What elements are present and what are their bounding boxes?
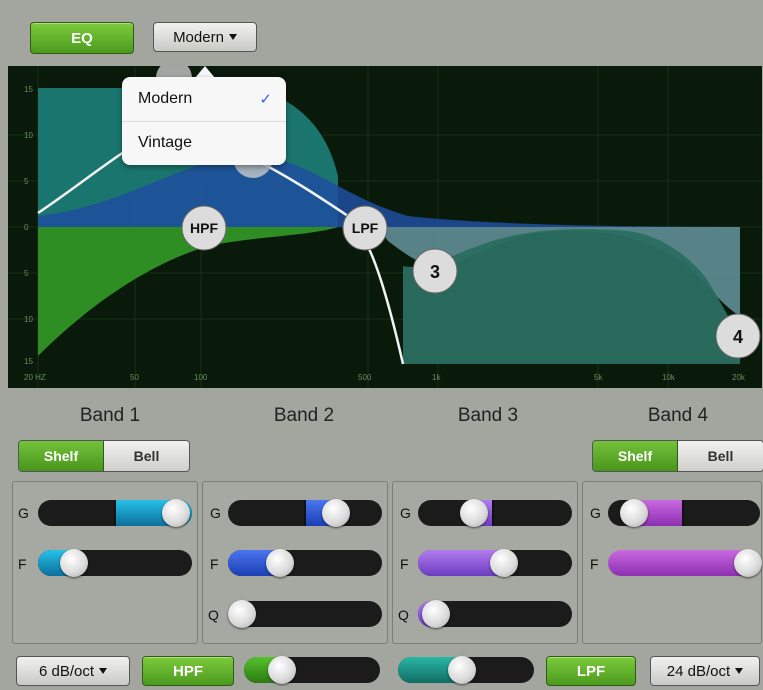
hpf-freq-slider[interactable] [244, 657, 380, 683]
x-axis-labels: 20 HZ 50 100 500 1k 5k 10k 20k [24, 373, 746, 382]
eq-mode-dropdown[interactable]: Modern [153, 22, 257, 52]
slider-knob[interactable] [734, 549, 762, 577]
eq-button[interactable]: EQ [30, 22, 134, 54]
eq-mode-menu: Modern ✓ Vintage [122, 77, 286, 165]
slider-knob[interactable] [60, 549, 88, 577]
lpf-toggle-button[interactable]: LPF [546, 656, 636, 686]
x-label: 1k [432, 373, 441, 382]
chevron-down-icon [735, 668, 744, 674]
band2-gain-slider[interactable] [228, 500, 382, 526]
shelf-option[interactable]: Shelf [593, 441, 678, 471]
bell-option[interactable]: Bell [678, 441, 763, 471]
band3-node-label: 3 [430, 262, 440, 282]
gain-label: G [18, 505, 29, 521]
x-label: 10k [662, 373, 676, 382]
band4-node-label: 4 [733, 327, 743, 347]
menu-item-label: Vintage [138, 134, 192, 151]
eq-button-label: EQ [71, 29, 93, 47]
hpf-node-label: HPF [190, 220, 218, 236]
y-label: 5 [24, 177, 29, 186]
y-label: 15 [24, 85, 33, 94]
menu-item-vintage[interactable]: Vintage [122, 121, 286, 165]
slider-knob[interactable] [228, 600, 256, 628]
lpf-node-label: LPF [352, 220, 379, 236]
hpf-button-label: HPF [173, 662, 203, 680]
slider-knob[interactable] [460, 499, 488, 527]
eq-mode-label: Modern [173, 28, 224, 46]
chevron-down-icon [99, 668, 108, 674]
band3-gain-slider[interactable] [418, 500, 572, 526]
gain-label: G [210, 505, 221, 521]
freq-label: F [18, 556, 27, 572]
band2-freq-slider[interactable] [228, 550, 382, 576]
hpf-fill [38, 227, 338, 356]
x-label: 100 [194, 373, 208, 382]
slider-knob[interactable] [422, 600, 450, 628]
x-label: 20 HZ [24, 373, 46, 382]
freq-label: F [400, 556, 409, 572]
slider-knob[interactable] [162, 499, 190, 527]
bell-option[interactable]: Bell [104, 441, 189, 471]
band4-type-toggle[interactable]: Shelf Bell [592, 440, 763, 472]
lpf-slope-label: 24 dB/oct [666, 662, 731, 680]
menu-item-modern[interactable]: Modern ✓ [122, 77, 286, 122]
hpf-slope-dropdown[interactable]: 6 dB/oct [16, 656, 130, 686]
x-label: 500 [358, 373, 372, 382]
menu-item-label: Modern [138, 90, 193, 107]
checkmark-icon: ✓ [259, 91, 272, 108]
hpf-toggle-button[interactable]: HPF [142, 656, 234, 686]
freq-label: F [590, 556, 599, 572]
lpf-button-label: LPF [576, 662, 606, 680]
gain-label: G [400, 505, 411, 521]
slider-knob[interactable] [490, 549, 518, 577]
slider-knob[interactable] [448, 656, 476, 684]
y-label: 10 [24, 131, 33, 140]
band3-title: Band 3 [457, 405, 519, 426]
slider-knob[interactable] [266, 549, 294, 577]
shelf-option[interactable]: Shelf [19, 441, 104, 471]
y-label: 0 [24, 223, 29, 232]
slider-knob[interactable] [322, 499, 350, 527]
q-label: Q [398, 607, 409, 623]
band4-node[interactable]: 4 [715, 313, 761, 359]
hpf-node[interactable]: HPF [181, 205, 227, 251]
band1-type-toggle[interactable]: Shelf Bell [18, 440, 190, 472]
y-label: 15 [24, 357, 33, 366]
hpf-slope-label: 6 dB/oct [38, 662, 95, 680]
slider-knob[interactable] [620, 499, 648, 527]
y-label: 5 [24, 269, 29, 278]
q-label: Q [208, 607, 219, 623]
gain-label: G [590, 505, 601, 521]
x-label: 20k [732, 373, 746, 382]
lpf-slope-dropdown[interactable]: 24 dB/oct [650, 656, 760, 686]
y-axis-labels: 15 10 5 0 5 10 15 [24, 85, 33, 366]
lpf-node[interactable]: LPF [342, 205, 388, 251]
band1-title: Band 1 [79, 405, 141, 426]
band3-node[interactable]: 3 [412, 248, 458, 294]
x-label: 50 [130, 373, 139, 382]
y-label: 10 [24, 315, 33, 324]
band4-title: Band 4 [647, 405, 709, 426]
x-label: 5k [594, 373, 603, 382]
slider-knob[interactable] [268, 656, 296, 684]
chevron-down-icon [228, 34, 237, 40]
freq-label: F [210, 556, 219, 572]
band2-title: Band 2 [273, 405, 335, 426]
